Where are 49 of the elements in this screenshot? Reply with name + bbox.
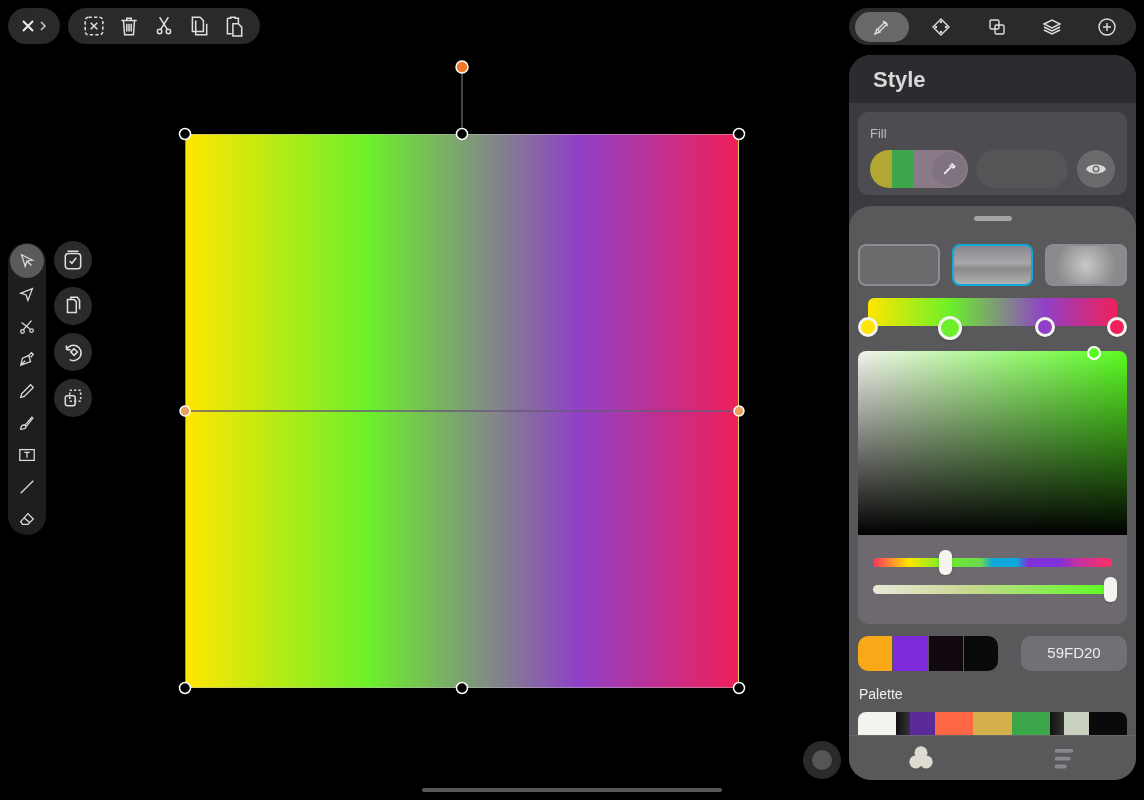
color-field-thumb[interactable] xyxy=(1087,346,1101,360)
node-icon xyxy=(931,16,952,37)
layers-icon xyxy=(1041,16,1062,37)
tool-button[interactable] xyxy=(10,244,44,278)
palette-swatch[interactable] xyxy=(934,712,974,735)
palette-swatch[interactable] xyxy=(858,712,897,735)
overlap-squares-icon xyxy=(986,16,1007,37)
fill-swatch[interactable] xyxy=(870,149,968,188)
sheet-grabber[interactable] xyxy=(973,216,1012,221)
color-field[interactable] xyxy=(858,351,1127,535)
palette-swatch[interactable] xyxy=(896,712,935,735)
palette-swatch[interactable] xyxy=(973,712,1012,735)
transform-icon xyxy=(62,387,84,409)
plus-circle-icon xyxy=(1097,16,1117,37)
visibility-button[interactable] xyxy=(1077,149,1115,188)
checkbox-icon xyxy=(62,249,84,271)
palette-swatch[interactable] xyxy=(1011,712,1051,735)
recent-color-swatch[interactable] xyxy=(963,636,998,671)
direct-select-icon xyxy=(18,285,36,304)
action-button[interactable] xyxy=(54,241,92,279)
palette-swatch[interactable] xyxy=(1050,712,1089,735)
gradient-type-button[interactable] xyxy=(951,244,1034,286)
hex-field[interactable]: 59FD20 xyxy=(1021,636,1127,671)
panel-title: Style xyxy=(873,65,926,94)
gradient-bar[interactable] xyxy=(868,298,1117,326)
palette-label: Palette xyxy=(858,685,904,704)
pointer-icon xyxy=(18,252,36,270)
recent-color-swatch[interactable] xyxy=(893,636,928,671)
pencil-icon xyxy=(18,381,36,400)
recent-color-swatch[interactable] xyxy=(928,636,963,671)
slider-thumb[interactable] xyxy=(938,550,952,575)
close-icon[interactable] xyxy=(21,19,35,33)
action-button[interactable] xyxy=(54,287,92,325)
gradient-stop[interactable] xyxy=(858,317,878,337)
color-circles-icon xyxy=(907,745,934,771)
fill-label: Fill xyxy=(870,125,888,143)
chevron-right-icon[interactable] xyxy=(39,20,47,32)
pen-icon xyxy=(18,349,36,368)
canvas-navigator-button[interactable] xyxy=(803,741,841,779)
recent-color-swatch[interactable] xyxy=(858,636,893,671)
gradient-stop[interactable] xyxy=(938,316,963,340)
slider-thumb[interactable] xyxy=(1104,577,1117,602)
palette-swatch[interactable] xyxy=(1088,712,1127,735)
action-button[interactable] xyxy=(54,379,92,417)
inspector-tab[interactable] xyxy=(855,11,909,42)
deselect-icon[interactable] xyxy=(82,15,105,37)
action-button[interactable] xyxy=(54,333,92,371)
gradient-rectangle[interactable] xyxy=(185,134,739,688)
gradient-stop[interactable] xyxy=(1107,317,1127,337)
